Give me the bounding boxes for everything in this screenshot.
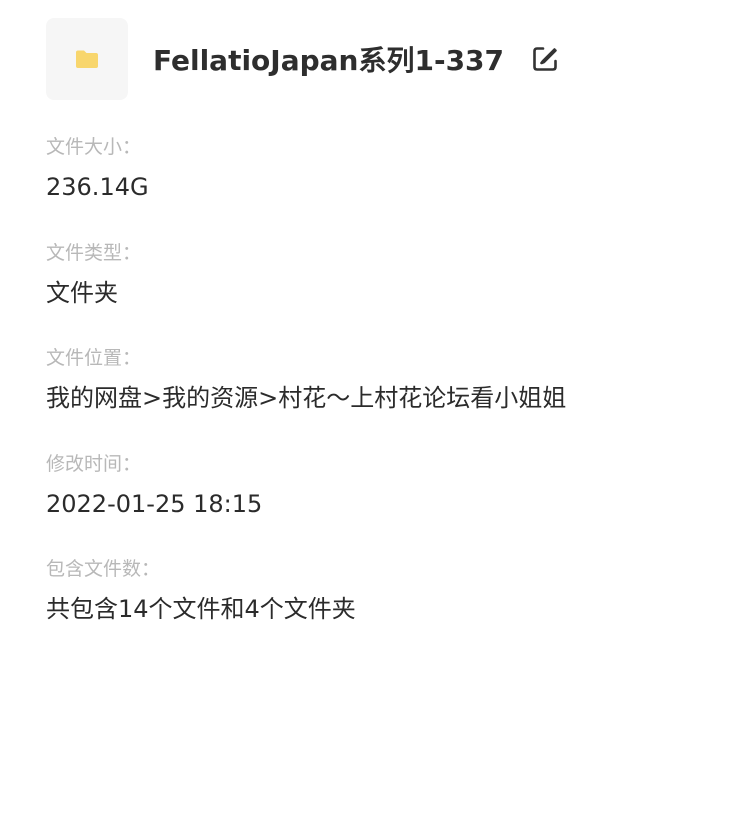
detail-type: 文件类型： 文件夹 — [46, 239, 726, 345]
edit-icon[interactable] — [530, 44, 560, 74]
size-label: 文件大小： — [46, 136, 142, 158]
folder-icon — [76, 50, 98, 68]
detail-size: 文件大小： 236.14G — [46, 133, 726, 239]
modified-value: 2022-01-25 18:15 — [46, 489, 263, 518]
location-value: 我的网盘>我的资源>村花～上村花论坛看小姐姐 — [46, 384, 567, 412]
detail-modified: 修改时间： 2022-01-25 18:15 — [46, 450, 726, 556]
detail-contents: 包含文件数： 共包含14个文件和4个文件夹 — [46, 555, 726, 661]
file-title: FellatioJapan系列1-337 — [153, 44, 505, 77]
file-details: 文件大小： 236.14G 文件类型： 文件夹 文件位置： 我的网盘>我的资源>… — [46, 133, 726, 661]
file-header: FellatioJapan系列1-337 — [46, 18, 726, 100]
type-label: 文件类型： — [46, 241, 142, 264]
size-value: 236.14G — [46, 173, 149, 201]
modified-label: 修改时间： — [46, 452, 142, 475]
folder-thumbnail — [46, 18, 128, 100]
contents-label: 包含文件数： — [46, 558, 161, 580]
type-value: 文件夹 — [46, 278, 118, 307]
detail-location: 文件位置： 我的网盘>我的资源>村花～上村花论坛看小姐姐 — [46, 344, 726, 450]
location-label: 文件位置： — [46, 347, 142, 369]
contents-value: 共包含14个文件和4个文件夹 — [46, 595, 356, 623]
